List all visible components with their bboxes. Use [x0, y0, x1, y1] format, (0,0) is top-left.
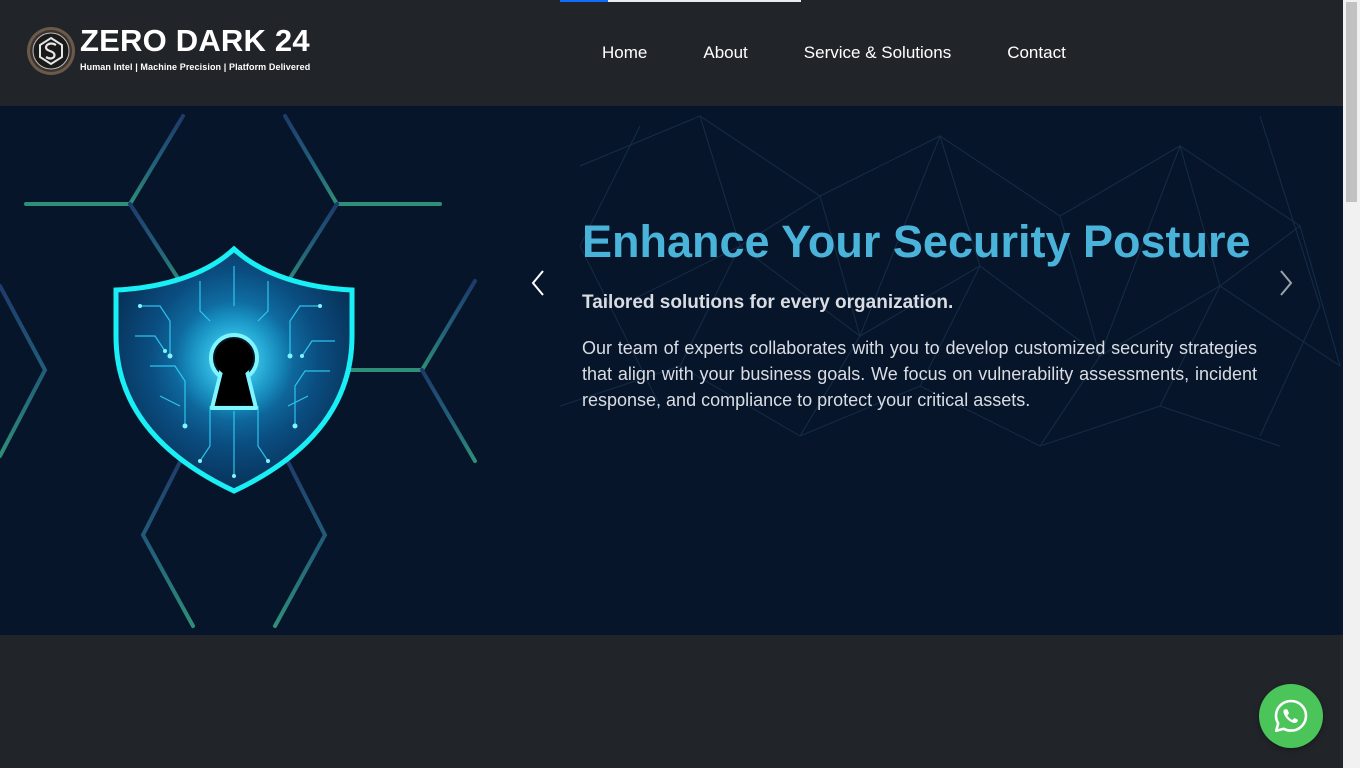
- hero-subtitle: Tailored solutions for every organizatio…: [582, 292, 954, 313]
- brand-logo-icon: [27, 27, 75, 75]
- main-nav: Home About Service & Solutions Contact: [602, 43, 1066, 63]
- hero-carousel: Enhance Your Security Posture Tailored s…: [0, 106, 1343, 635]
- page: ZERO DARK 24 Human Intel | Machine Preci…: [0, 0, 1360, 768]
- nav-item-home[interactable]: Home: [602, 43, 647, 63]
- nav-item-about[interactable]: About: [703, 43, 747, 63]
- nav-item-contact[interactable]: Contact: [1007, 43, 1066, 63]
- nav-item-services[interactable]: Service & Solutions: [804, 43, 951, 63]
- page-progress-indicator: [560, 0, 801, 2]
- whatsapp-button[interactable]: [1259, 684, 1323, 748]
- hero-slide-content: Enhance Your Security Posture Tailored s…: [582, 216, 1257, 413]
- carousel-prev-button[interactable]: [527, 268, 551, 298]
- page-progress-fill: [560, 0, 608, 2]
- carousel-next-button[interactable]: [1273, 268, 1297, 298]
- scrollbar-thumb[interactable]: [1346, 2, 1357, 202]
- brand-name: ZERO DARK 24: [80, 23, 310, 58]
- chevron-left-icon: [531, 270, 544, 296]
- page-scrollbar[interactable]: [1343, 0, 1360, 768]
- chevron-right-icon: [1280, 270, 1293, 296]
- next-section: [0, 635, 1343, 768]
- site-header: ZERO DARK 24 Human Intel | Machine Preci…: [0, 0, 1343, 106]
- brand-tagline: Human Intel | Machine Precision | Platfo…: [80, 62, 311, 72]
- shield-keyhole-icon: [0, 114, 477, 628]
- whatsapp-icon: [1274, 699, 1308, 733]
- brand[interactable]: ZERO DARK 24 Human Intel | Machine Preci…: [26, 23, 311, 76]
- hero-body: Our team of experts collaborates with yo…: [582, 338, 1257, 410]
- hero-title: Enhance Your Security Posture: [582, 216, 1251, 267]
